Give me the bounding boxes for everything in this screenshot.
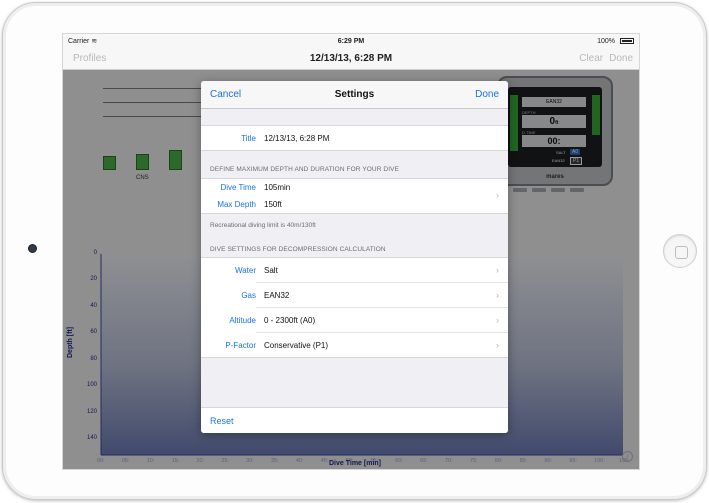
max-depth-label: Max Depth (217, 200, 256, 209)
depth-duration-group[interactable]: Dive Time 105min Max Depth 150ft › (201, 178, 508, 214)
recreational-limit-note: Recreational diving limit is 40m/130ft (210, 222, 316, 229)
chevron-right-icon: › (496, 315, 499, 325)
title-row-value[interactable]: 12/13/13, 6:28 PM (261, 134, 329, 143)
battery-icon (619, 37, 634, 44)
altitude-row[interactable]: Altitude 0 - 2300ft (A0) › (229, 308, 508, 333)
wifi-icon: ≋ (91, 38, 98, 45)
carrier-label: Carrier ≋ (68, 37, 294, 45)
settings-modal: Cancel Settings Done Title 12/13/13, 6:2… (201, 81, 508, 433)
camera-icon (28, 244, 37, 253)
pfactor-row[interactable]: P-Factor Conservative (P1) › (201, 333, 508, 357)
done-nav-button[interactable]: Done (609, 53, 633, 64)
altitude-value: 0 - 2300ft (A0) (264, 315, 316, 325)
title-row[interactable]: Title 12/13/13, 6:28 PM (201, 126, 508, 150)
altitude-label: Altitude (229, 315, 256, 325)
clear-button[interactable]: Clear (579, 53, 603, 64)
max-depth-row: Max Depth 150ft (201, 196, 508, 213)
chevron-right-icon: › (496, 190, 499, 200)
nav-title: 12/13/13, 6:28 PM (309, 53, 393, 64)
chevron-right-icon: › (496, 340, 499, 350)
deco-settings-group: Water Salt › Gas EAN32 › Altitude 0 - 23… (201, 257, 508, 358)
home-button[interactable] (663, 234, 697, 268)
nav-right-buttons: Clear Done (579, 53, 633, 64)
status-time: 6:29 PM (337, 37, 365, 45)
water-row[interactable]: Water Salt › (235, 258, 508, 283)
nav-bar: Profiles 12/13/13, 6:28 PM Clear Done (63, 48, 639, 70)
chevron-right-icon: › (496, 265, 499, 275)
modal-title: Settings (334, 89, 375, 100)
done-button[interactable]: Done (475, 89, 499, 100)
carrier-text: Carrier (68, 38, 90, 45)
pfactor-value: Conservative (P1) (264, 340, 329, 350)
section-header-depth: DEFINE MAXIMUM DEPTH AND DURATION FOR YO… (210, 166, 400, 173)
dive-time-row: Dive Time 105min (201, 179, 508, 196)
screen: Carrier ≋ 6:29 PM 100% Profiles 12/13/13… (62, 33, 640, 470)
dive-time-label: Dive Time (220, 183, 256, 192)
title-row-label: Title (241, 133, 256, 143)
title-group: Title 12/13/13, 6:28 PM (201, 125, 508, 151)
reset-button[interactable]: Reset (210, 416, 234, 426)
gas-row[interactable]: Gas EAN32 › (241, 283, 508, 308)
gas-value: EAN32 (264, 290, 290, 300)
dive-time-value: 105min (264, 183, 291, 192)
section-header-deco: DIVE SETTINGS FOR DECOMPRESSION CALCULAT… (210, 246, 386, 253)
pfactor-label: P-Factor (225, 340, 256, 350)
gas-label: Gas (241, 290, 256, 300)
status-bar: Carrier ≋ 6:29 PM 100% (63, 34, 639, 48)
reset-bar: Reset (201, 407, 508, 433)
chevron-right-icon: › (496, 290, 499, 300)
water-label: Water (234, 265, 256, 275)
max-depth-value: 150ft (264, 200, 282, 209)
battery-percent: 100% (597, 37, 616, 45)
battery-status: 100% (408, 38, 634, 45)
modal-header: Cancel Settings Done (201, 81, 508, 109)
water-value: Salt (264, 265, 278, 275)
